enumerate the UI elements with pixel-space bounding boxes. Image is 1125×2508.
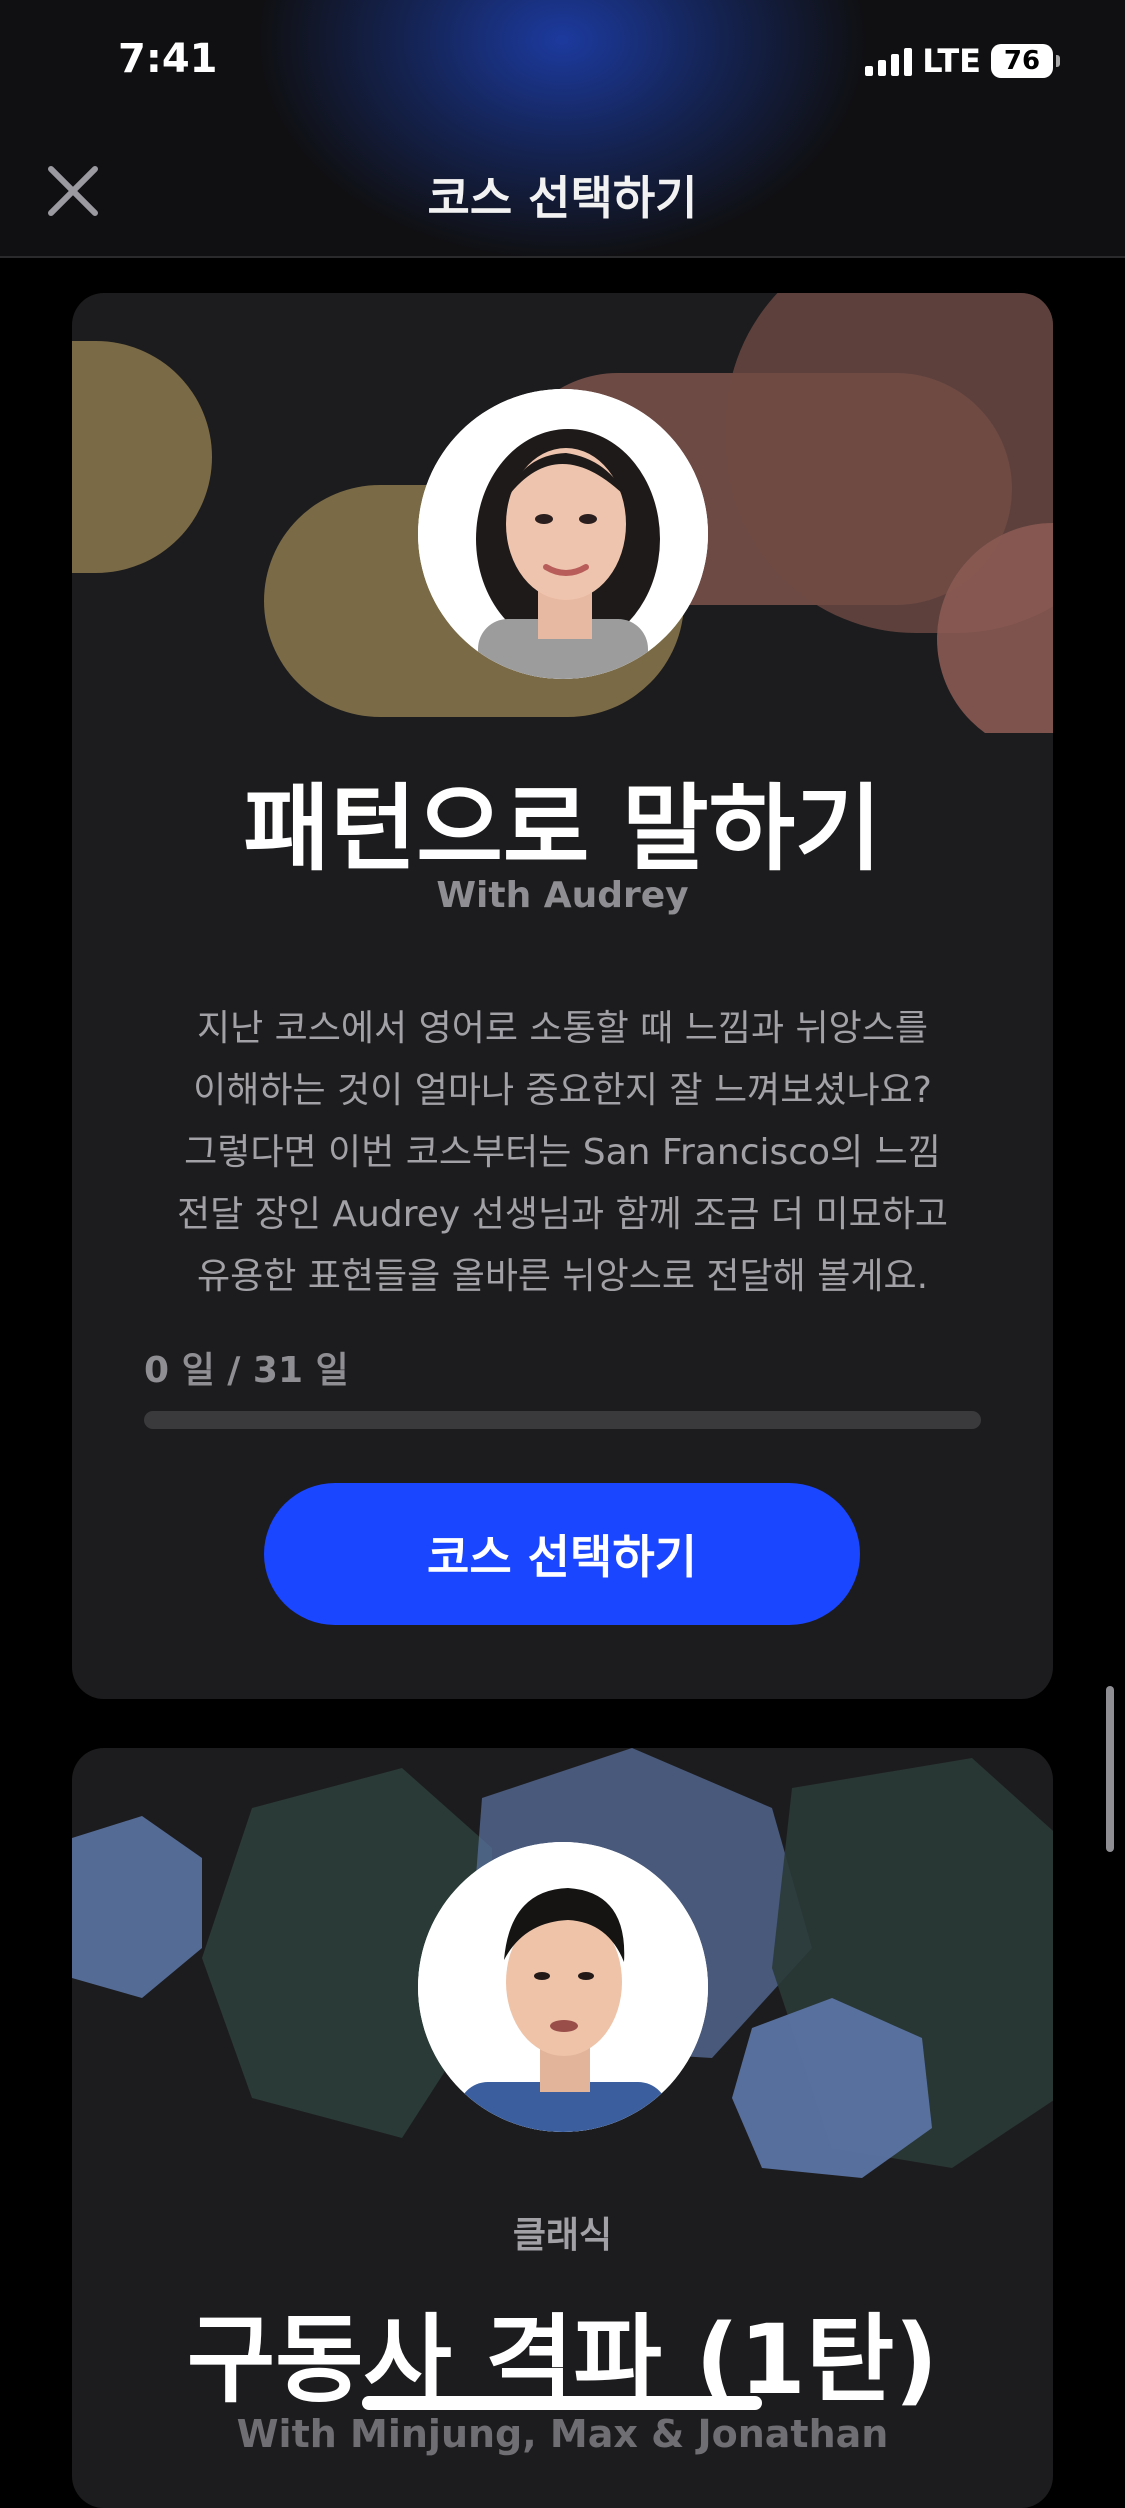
description-line: 이해하는 것이 얼마나 중요한지 잘 느껴보셨나요?: [193, 1070, 932, 1111]
select-course-button[interactable]: 코스 선택하기: [264, 1483, 860, 1625]
course-instructor: With Minjung, Max & Jonathan: [236, 2412, 889, 2456]
signal-icon: [865, 46, 913, 76]
progress-bar: [144, 1411, 981, 1429]
status-time: 7:41: [118, 36, 218, 82]
page-title: 코스 선택하기: [427, 171, 698, 225]
course-description: 지난 코스에서 영어로 소통할 때 느낌과 뉘앙스를 이해하는 것이 얼마나 중…: [132, 998, 993, 1308]
status-icons: LTE 76: [865, 42, 1060, 80]
progress-label: 0 일 / 31 일: [144, 1350, 349, 1391]
instructor-avatar: [418, 1842, 708, 2132]
description-line: 그렇다면 이번 코스부터는 San Francisco의 느낌: [184, 1132, 941, 1173]
battery-icon: 76: [991, 44, 1060, 78]
description-line: 지난 코스에서 영어로 소통할 때 느낌과 뉘앙스를: [196, 1008, 929, 1049]
home-indicator[interactable]: [362, 2396, 762, 2410]
course-category: 클래식: [512, 2215, 613, 2256]
network-label: LTE: [922, 42, 981, 80]
course-instructor: With Audrey: [436, 875, 689, 916]
top-bar: 7:41 LTE 76 코스 선택하기: [0, 0, 1125, 258]
instructor-avatar: [418, 389, 708, 679]
description-line: 유용한 표현들을 올바른 뉘앙스로 전달해 볼게요.: [196, 1256, 929, 1297]
course-title: 패턴으로 말하기: [243, 775, 882, 884]
course-card[interactable]: 패턴으로 말하기 With Audrey 지난 코스에서 영어로 소통할 때 느…: [72, 293, 1053, 1699]
course-card[interactable]: 클래식 구동사 격파 (1탄) With Minjung, Max & Jona…: [72, 1748, 1053, 2508]
description-line: 전달 장인 Audrey 선생님과 함께 조금 더 미묘하고: [177, 1194, 948, 1235]
scrollbar[interactable]: [1106, 1686, 1114, 1852]
